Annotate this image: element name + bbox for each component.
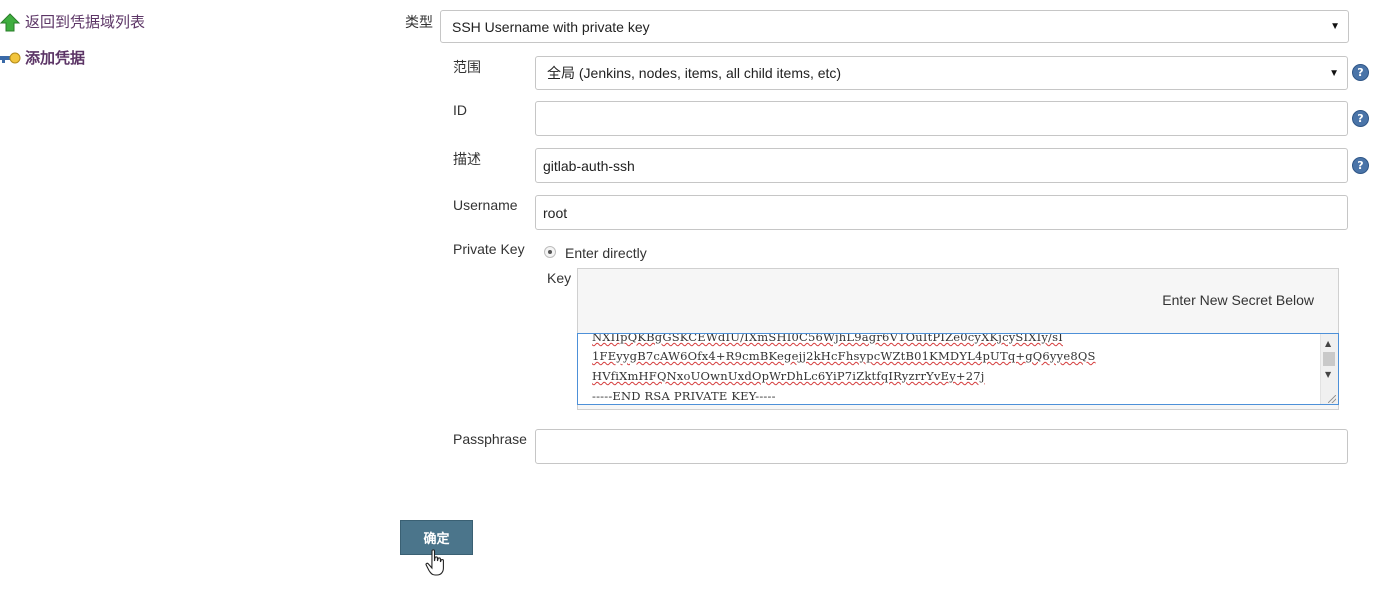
back-to-domain-list-label[interactable]: 返回到凭据域列表 — [25, 11, 145, 32]
enter-directly-label[interactable]: Enter directly — [565, 245, 647, 261]
key-line: HVfiXmHFQNxoUOwnUxdOpWrDhLc6YiP7iZktfqIR… — [592, 369, 985, 383]
username-input[interactable]: root — [535, 195, 1348, 230]
id-help-icon[interactable]: ? — [1352, 110, 1369, 127]
resize-handle-icon[interactable] — [1328, 395, 1336, 403]
scroll-thumb[interactable] — [1323, 352, 1335, 366]
kind-select[interactable]: SSH Username with private key ▼ — [440, 10, 1349, 43]
scope-help-icon[interactable]: ? — [1352, 64, 1369, 81]
private-key-textarea[interactable]: NXIIpQKBgGSKCEWdIU/IXmSHI0C56WjhL9agr6V1… — [577, 333, 1339, 405]
key-icon — [0, 48, 22, 68]
hand-cursor-icon — [425, 549, 444, 576]
kind-label: 类型 — [405, 14, 433, 30]
secret-notice: Enter New Secret Below — [1162, 292, 1314, 308]
up-arrow-icon — [0, 12, 22, 32]
enter-directly-radio[interactable] — [544, 246, 556, 258]
scope-label: 范围 — [453, 59, 481, 75]
dropdown-caret-icon: ▼ — [1329, 67, 1339, 79]
description-input[interactable]: gitlab-auth-ssh — [535, 148, 1348, 183]
id-input[interactable] — [535, 101, 1348, 136]
description-help-icon[interactable]: ? — [1352, 157, 1369, 174]
add-credential-link[interactable]: 添加凭据 — [0, 47, 85, 68]
key-line: NXIIpQKBgGSKCEWdIU/IXmSHI0C56WjhL9agr6V1… — [592, 333, 1063, 344]
dropdown-caret-icon: ▼ — [1330, 21, 1340, 32]
key-line: -----END RSA PRIVATE KEY----- — [592, 389, 776, 403]
key-scrollbar[interactable]: ▲ ▼ — [1320, 334, 1338, 404]
description-label: 描述 — [453, 151, 481, 167]
key-label: Key — [547, 270, 572, 286]
username-label: Username — [453, 197, 518, 213]
passphrase-input[interactable] — [535, 429, 1348, 464]
scope-select-value: 全局 (Jenkins, nodes, items, all child ite… — [547, 65, 842, 81]
username-input-value: root — [543, 204, 568, 221]
private-key-label: Private Key — [453, 241, 525, 257]
scroll-down-icon[interactable]: ▼ — [1325, 370, 1331, 379]
description-input-value: gitlab-auth-ssh — [543, 157, 635, 174]
add-credential-label[interactable]: 添加凭据 — [25, 47, 85, 68]
id-label: ID — [453, 102, 467, 118]
kind-select-value: SSH Username with private key — [452, 18, 650, 35]
passphrase-label: Passphrase — [453, 431, 527, 447]
key-line: 1FEyygB7cAW6Ofx4+R9cmBKegejj2kHcFhsypcWZ… — [592, 349, 1096, 363]
back-to-domain-list-link[interactable]: 返回到凭据域列表 — [0, 11, 145, 32]
scope-select[interactable]: 全局 (Jenkins, nodes, items, all child ite… — [535, 56, 1348, 90]
scroll-up-icon[interactable]: ▲ — [1325, 339, 1331, 348]
